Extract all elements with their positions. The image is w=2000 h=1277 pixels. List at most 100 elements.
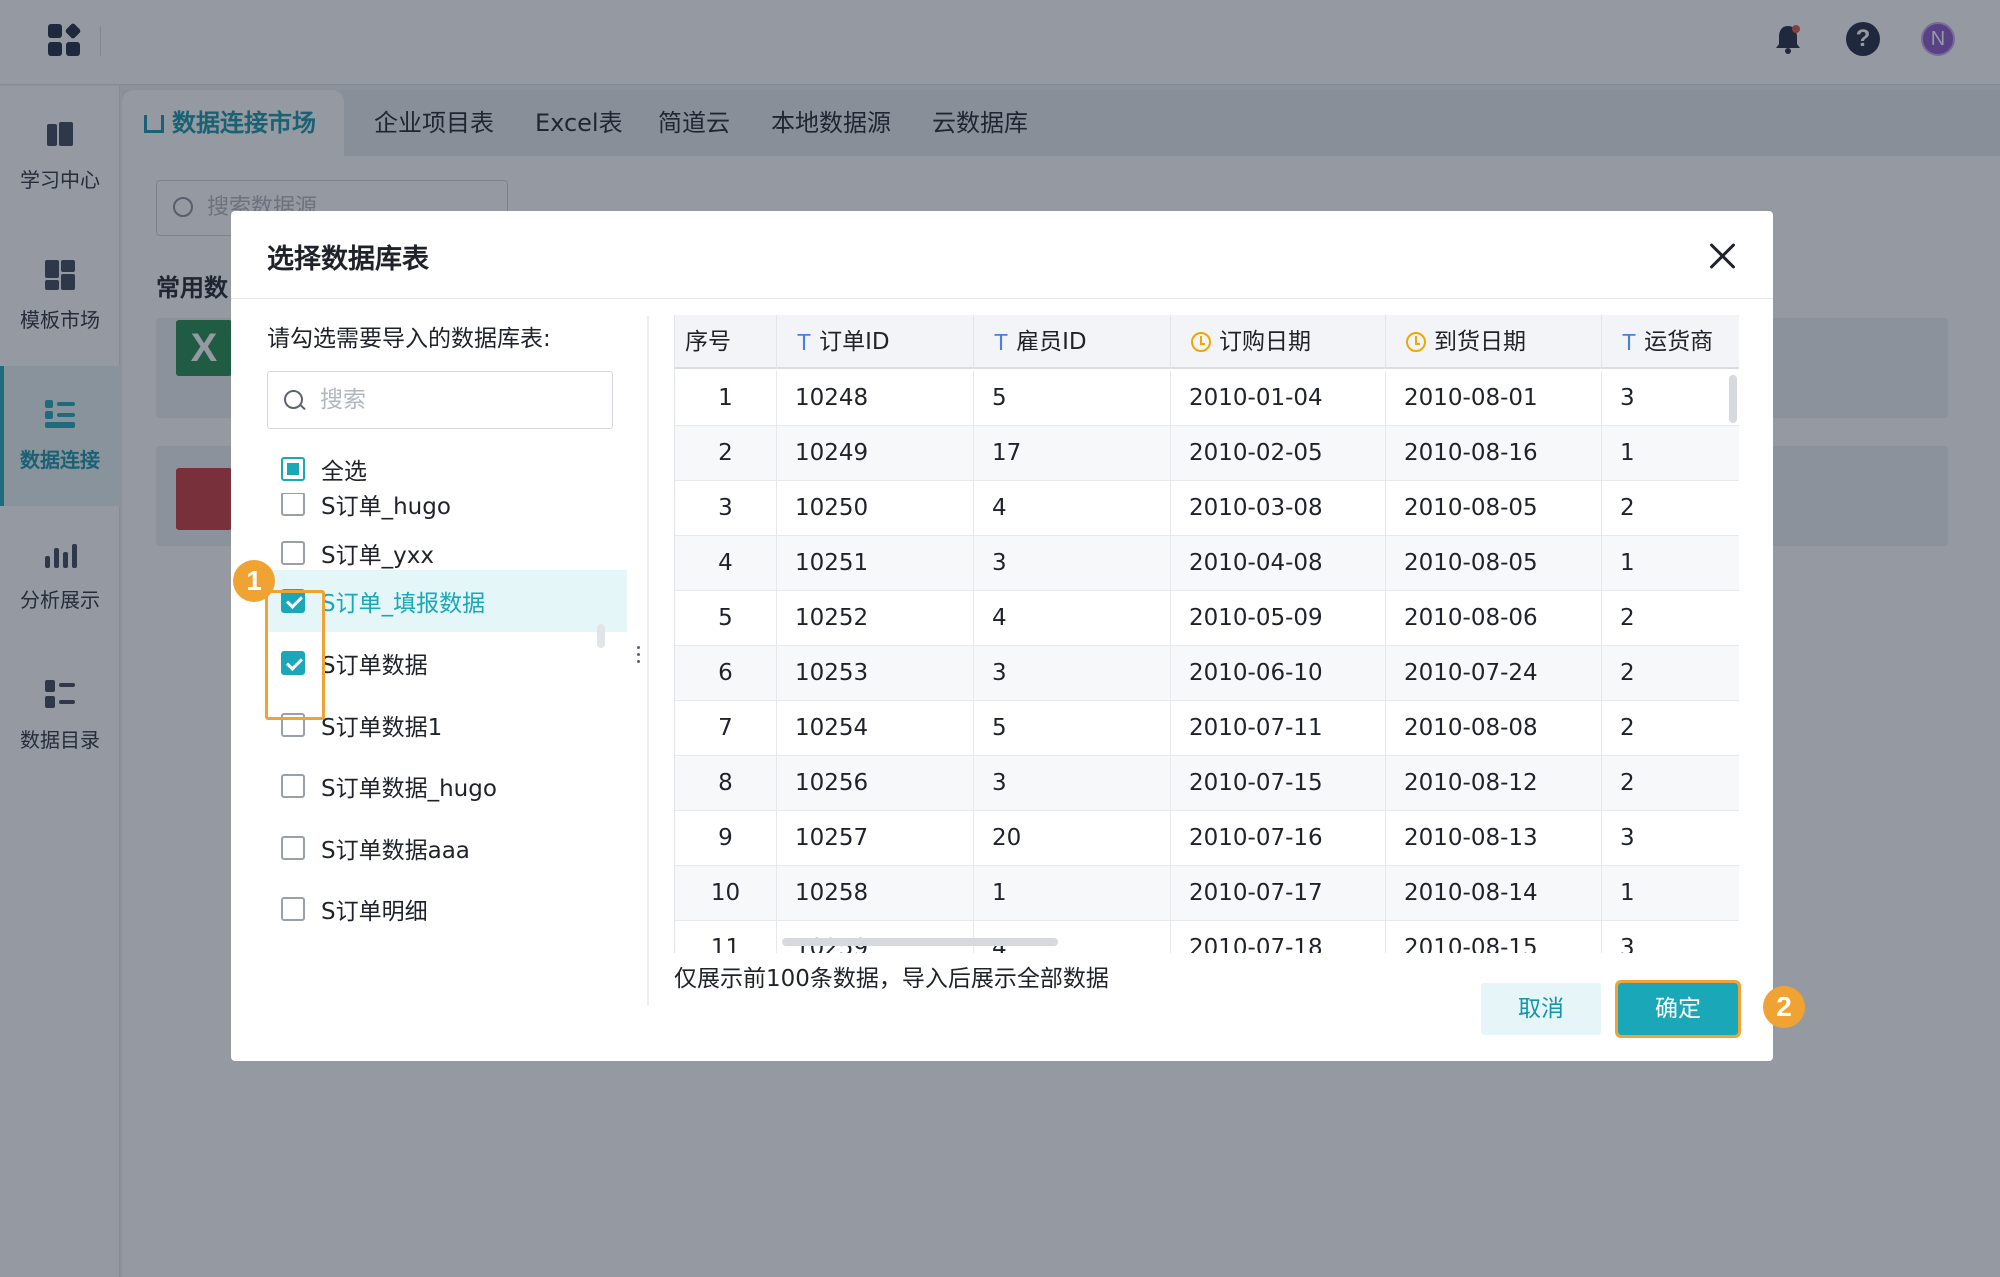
table-cell: 20 <box>974 811 1171 866</box>
table-search-input[interactable]: 搜索 <box>267 371 613 429</box>
table-header: 序号 T 订单ID T 雇员ID 订购日期 到货日期 T 运货商 <box>675 315 1739 369</box>
annotation-highlight-box <box>265 590 325 720</box>
preview-table: 序号 T 订单ID T 雇员ID 订购日期 到货日期 T 运货商 1 10248 5 201… <box>674 315 1739 953</box>
table-cell: 2010-07-24 <box>1386 646 1602 701</box>
table-cell: 1 <box>1602 426 1739 481</box>
table-cell: 10253 <box>777 646 974 701</box>
table-cell: 4 <box>675 536 777 591</box>
table-cell: 1 <box>675 371 777 426</box>
dialog-title: 选择数据库表 <box>267 244 429 275</box>
list-scrollbar[interactable] <box>597 624 605 648</box>
table-row: 4 10251 3 2010-04-08 2010-08-05 1 <box>675 536 1739 591</box>
table-cell: 2010-04-08 <box>1171 536 1386 591</box>
table-row: 5 10252 4 2010-05-09 2010-08-06 2 <box>675 591 1739 646</box>
date-type-icon <box>1191 332 1211 352</box>
table-cell: 2010-08-06 <box>1386 591 1602 646</box>
table-cell: 2 <box>1602 591 1739 646</box>
table-horizontal-scrollbar[interactable] <box>782 938 1058 946</box>
table-cell: 2010-08-05 <box>1386 481 1602 536</box>
table-cell: 10249 <box>777 426 974 481</box>
panel-divider <box>647 316 649 1006</box>
select-table-dialog: 选择数据库表 请勾选需要导入的数据库表: 搜索 全选 S订单_hugo S订单_… <box>231 211 1773 1061</box>
table-cell: 10 <box>675 866 777 921</box>
table-cell: 5 <box>974 371 1171 426</box>
list-item[interactable]: S订单数据aaa <box>267 817 627 879</box>
table-cell: 2010-08-05 <box>1386 536 1602 591</box>
table-cell: 2010-08-12 <box>1386 756 1602 811</box>
checkbox-icon[interactable] <box>281 897 305 921</box>
table-row: 9 10257 20 2010-07-16 2010-08-13 3 <box>675 811 1739 866</box>
table-cell: 2010-08-01 <box>1386 371 1602 426</box>
date-type-icon <box>1406 332 1426 352</box>
table-cell: 17 <box>974 426 1171 481</box>
column-header[interactable]: 序号 <box>675 315 777 369</box>
table-cell: 2010-08-16 <box>1386 426 1602 481</box>
table-list: S订单_hugo S订单_yxx S订单_填报数据 S订单数据 S订单数据1 S… <box>267 493 639 963</box>
checkbox-icon[interactable] <box>281 541 305 565</box>
search-placeholder: 搜索 <box>320 387 366 413</box>
column-label: 订单ID <box>819 329 890 355</box>
list-item[interactable]: S订单明细 <box>267 878 627 940</box>
column-header[interactable]: 到货日期 <box>1386 315 1602 369</box>
column-label: 序号 <box>685 329 731 355</box>
close-icon[interactable] <box>1705 239 1739 273</box>
table-cell: 2 <box>1602 646 1739 701</box>
checkbox-icon[interactable] <box>281 836 305 860</box>
table-cell: 2010-07-15 <box>1171 756 1386 811</box>
table-select-label: 请勾选需要导入的数据库表: <box>267 326 551 352</box>
table-cell: 10252 <box>777 591 974 646</box>
table-name: S订单_hugo <box>321 494 451 520</box>
column-header[interactable]: T 运货商 <box>1602 315 1739 369</box>
table-cell: 2010-06-10 <box>1171 646 1386 701</box>
table-cell: 2 <box>675 426 777 481</box>
column-label: 到货日期 <box>1434 329 1526 355</box>
table-cell: 3 <box>1602 811 1739 866</box>
table-name: S订单数据_hugo <box>321 776 497 802</box>
table-cell: 10259 <box>777 921 974 953</box>
table-row: 10 10258 1 2010-07-17 2010-08-14 1 <box>675 866 1739 921</box>
table-cell: 5 <box>974 701 1171 756</box>
table-cell: 10248 <box>777 371 974 426</box>
table-cell: 4 <box>974 481 1171 536</box>
table-name: S订单数据 <box>321 653 428 679</box>
table-row: 7 10254 5 2010-07-11 2010-08-08 2 <box>675 701 1739 756</box>
table-cell: 10254 <box>777 701 974 756</box>
table-cell: 3 <box>974 756 1171 811</box>
table-cell: 8 <box>675 756 777 811</box>
select-all-checkbox[interactable]: 全选 <box>281 454 367 485</box>
column-label: 订购日期 <box>1219 329 1311 355</box>
table-cell: 3 <box>1602 921 1739 953</box>
checkbox-icon[interactable] <box>281 493 305 516</box>
resize-handle-icon[interactable] <box>637 646 641 667</box>
cancel-button[interactable]: 取消 <box>1481 983 1601 1035</box>
text-type-icon: T <box>994 329 1009 355</box>
table-cell: 2 <box>1602 756 1739 811</box>
table-vertical-scrollbar[interactable] <box>1729 375 1737 423</box>
table-cell: 2010-08-15 <box>1386 921 1602 953</box>
table-cell: 4 <box>974 921 1171 953</box>
column-header[interactable]: T 订单ID <box>777 315 974 369</box>
table-cell: 4 <box>974 591 1171 646</box>
table-row: 2 10249 17 2010-02-05 2010-08-16 1 <box>675 426 1739 481</box>
column-label: 雇员ID <box>1016 329 1087 355</box>
table-cell: 10250 <box>777 481 974 536</box>
table-name: S订单_填报数据 <box>321 591 486 617</box>
table-row: 3 10250 4 2010-03-08 2010-08-05 2 <box>675 481 1739 536</box>
annotation-badge: 1 <box>233 560 275 602</box>
table-name: S订单_yxx <box>321 543 434 569</box>
table-cell: 2010-01-04 <box>1171 371 1386 426</box>
table-cell: 2010-07-11 <box>1171 701 1386 756</box>
confirm-button[interactable]: 确定 <box>1615 980 1741 1038</box>
table-cell: 1 <box>1602 536 1739 591</box>
table-name: S订单数据aaa <box>321 838 470 864</box>
checkbox-icon[interactable] <box>281 774 305 798</box>
table-cell: 7 <box>675 701 777 756</box>
column-header[interactable]: T 雇员ID <box>974 315 1171 369</box>
column-header[interactable]: 订购日期 <box>1171 315 1386 369</box>
table-cell: 3 <box>974 536 1171 591</box>
list-item[interactable]: S订单数据_hugo <box>267 755 627 817</box>
select-all-label: 全选 <box>321 459 367 485</box>
table-cell: 2010-08-08 <box>1386 701 1602 756</box>
table-cell: 2010-07-18 <box>1171 921 1386 953</box>
column-label: 运货商 <box>1644 329 1714 355</box>
